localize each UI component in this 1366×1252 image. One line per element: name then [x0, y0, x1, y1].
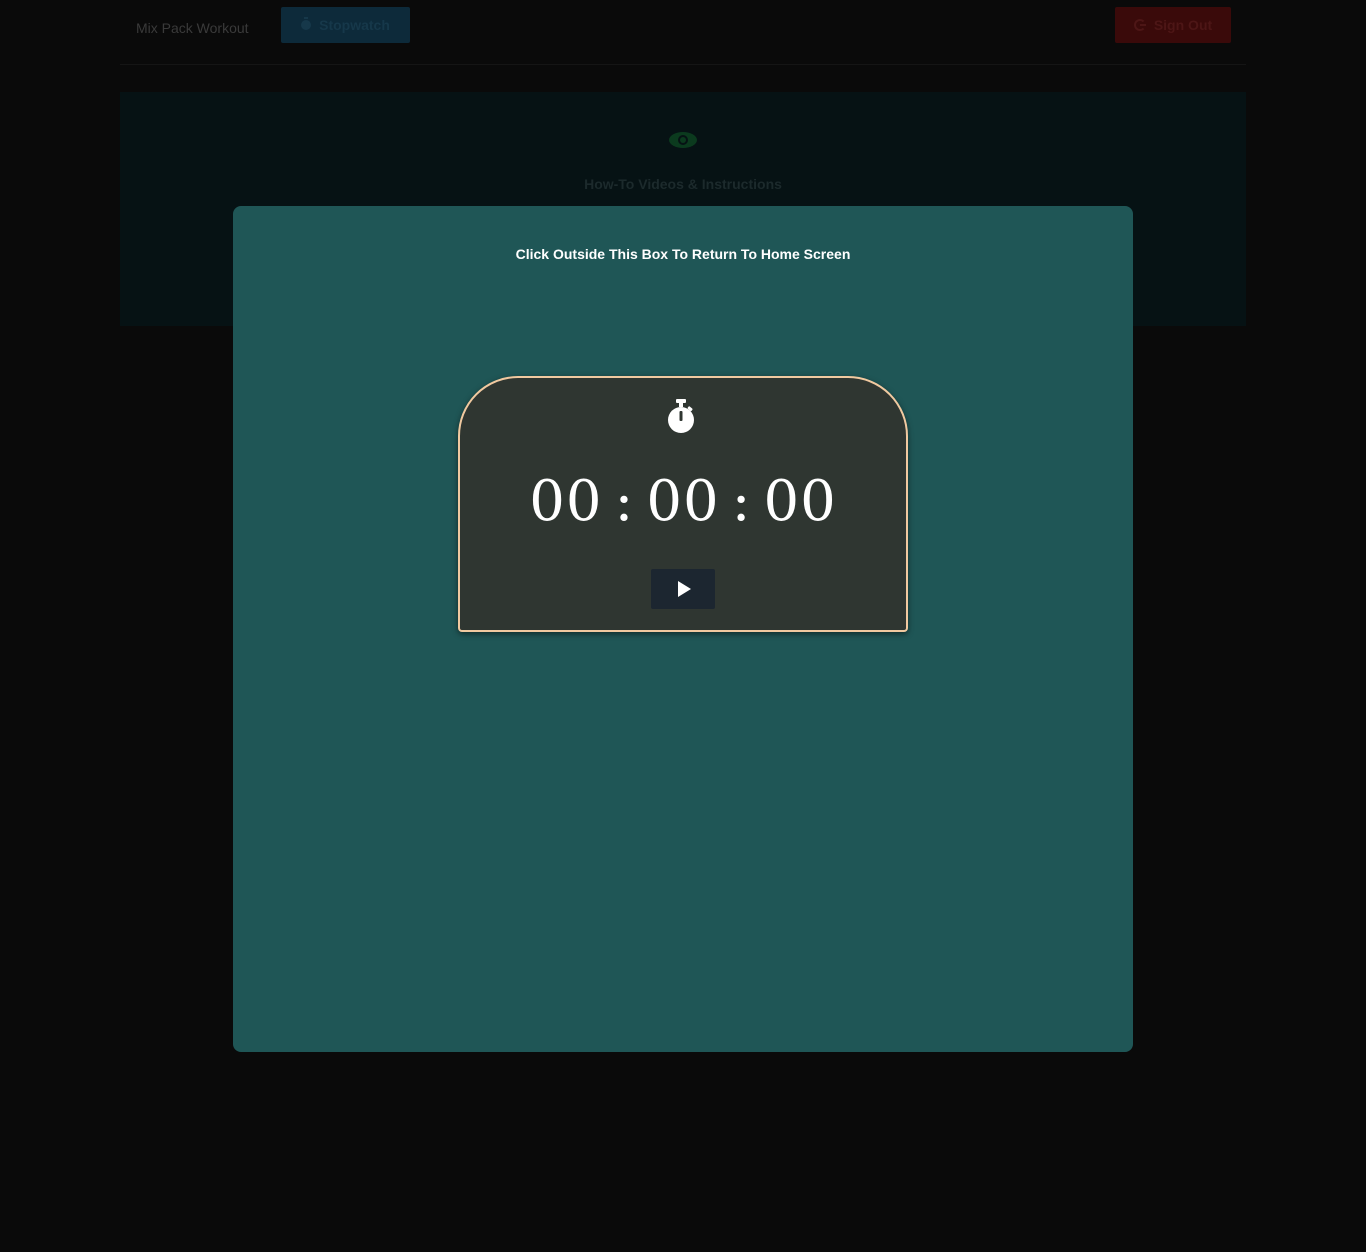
timer-display: 00:00:00 — [460, 472, 906, 532]
modal-hint-text: Click Outside This Box To Return To Home… — [515, 246, 851, 262]
timer-seconds: 00 — [763, 469, 837, 534]
stopwatch-button-label: Stopwatch — [319, 17, 390, 33]
top-navbar: Mix Pack Workout Stopwatch Sign Out — [120, 0, 1246, 65]
eye-icon — [669, 132, 697, 148]
play-button[interactable] — [651, 569, 715, 609]
timer-separator: : — [731, 469, 752, 534]
stopwatch-icon — [668, 399, 694, 433]
sign-out-button-label: Sign Out — [1153, 17, 1213, 33]
google-icon — [1133, 19, 1146, 31]
howto-title: How-To Videos & Instructions — [584, 176, 782, 192]
app-page: Mix Pack Workout Stopwatch Sign Out How-… — [0, 0, 1366, 1252]
stopwatch-card: 00:00:00 — [458, 376, 908, 632]
brand-link[interactable]: Mix Pack Workout — [136, 20, 249, 36]
timer-hours: 00 — [529, 469, 603, 534]
stopwatch-modal: Click Outside This Box To Return To Home… — [233, 206, 1133, 1052]
sign-out-button[interactable]: Sign Out — [1115, 7, 1231, 43]
stopwatch-button[interactable]: Stopwatch — [281, 7, 410, 43]
timer-separator: : — [614, 469, 635, 534]
play-icon — [678, 581, 691, 597]
stopwatch-icon — [301, 17, 312, 30]
timer-minutes: 00 — [646, 469, 720, 534]
